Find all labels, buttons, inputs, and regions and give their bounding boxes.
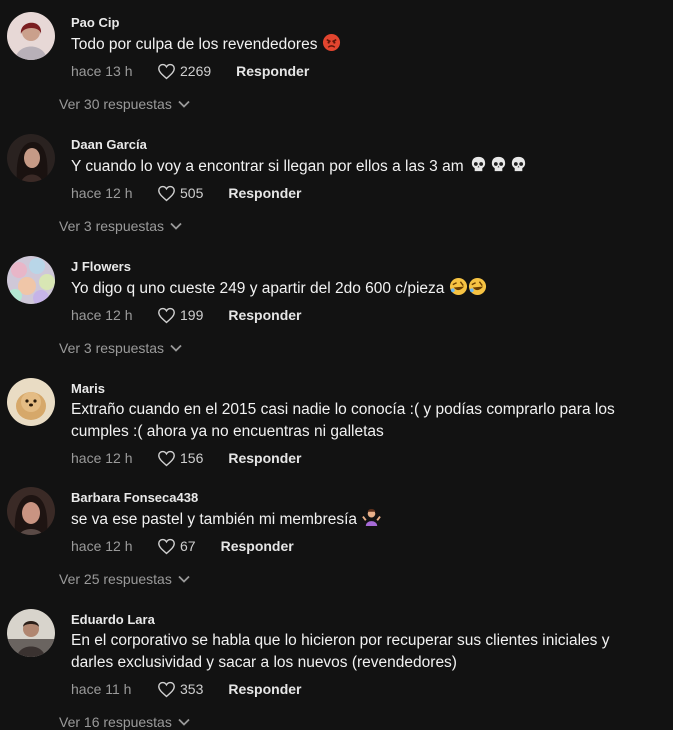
avatar[interactable] [7,134,55,182]
reply-button[interactable]: Responder [228,681,301,697]
like-button[interactable]: 199 [157,307,203,324]
view-replies-button[interactable]: Ver 25 respuestas [59,571,190,587]
reply-button[interactable]: Responder [236,63,309,79]
skull-icon [469,155,488,181]
rolling-laughing-icon [468,277,487,303]
comment-time: hace 12 h [71,307,133,323]
reply-button[interactable]: Responder [221,538,294,554]
comment-author[interactable]: Barbara Fonseca438 [71,490,198,505]
heart-icon [158,185,175,201]
view-replies-button[interactable]: Ver 30 respuestas [59,96,190,112]
avatar[interactable] [7,487,55,535]
view-replies-label: Ver 3 respuestas [59,340,165,356]
view-replies-label: Ver 3 respuestas [59,218,165,234]
heart-icon [158,307,175,323]
like-button[interactable]: 67 [157,538,196,555]
heart-icon [158,450,175,466]
like-count: 505 [180,185,204,201]
reply-button[interactable]: Responder [228,185,301,201]
comment-time: hace 12 h [71,538,133,554]
reply-button[interactable]: Responder [228,450,301,466]
comment-text: Yo digo q uno cueste 249 y apartir del 2… [71,277,651,303]
heart-icon [158,681,175,697]
heart-icon [158,538,175,554]
comment-author[interactable]: Eduardo Lara [71,612,155,627]
view-replies-label: Ver 16 respuestas [59,714,172,730]
skull-icon [509,155,528,181]
comment-time: hace 13 h [71,63,133,79]
like-button[interactable]: 156 [157,450,203,467]
avatar[interactable] [7,256,55,304]
heart-icon [158,63,175,79]
comment-text: En el corporativo se habla que lo hicier… [71,632,610,671]
avatar[interactable] [7,12,55,60]
avatar[interactable] [7,378,55,426]
like-count: 353 [180,681,204,697]
chevron-down-icon [170,344,182,352]
skull-icon [489,155,508,181]
chevron-down-icon [178,575,190,583]
avatar[interactable] [7,609,55,657]
like-count: 2269 [180,63,212,79]
comment-text: Todo por culpa de los revendedores [71,33,651,59]
comment-author[interactable]: Pao Cip [71,15,119,30]
comment-text: Extraño cuando en el 2015 casi nadie lo … [71,401,615,440]
rolling-laughing-icon [449,277,468,303]
like-count: 156 [180,450,204,466]
reply-button[interactable]: Responder [228,307,301,323]
comment-author[interactable]: J Flowers [71,259,131,274]
chevron-down-icon [170,222,182,230]
angry-face-icon [322,33,341,59]
comment-author[interactable]: Daan García [71,137,147,152]
person-shrugging-icon [362,508,381,534]
comment-time: hace 12 h [71,185,133,201]
comment-text: se va ese pastel y también mi membresía [71,508,651,534]
view-replies-button[interactable]: Ver 16 respuestas [59,714,190,730]
chevron-down-icon [178,718,190,726]
like-button[interactable]: 2269 [157,63,211,80]
like-button[interactable]: 505 [157,185,203,202]
view-replies-label: Ver 25 respuestas [59,571,172,587]
like-button[interactable]: 353 [157,681,203,698]
like-count: 67 [180,538,196,554]
view-replies-label: Ver 30 respuestas [59,96,172,112]
like-count: 199 [180,307,204,323]
view-replies-button[interactable]: Ver 3 respuestas [59,218,182,234]
comment-time: hace 12 h [71,450,133,466]
comment-author[interactable]: Maris [71,381,105,396]
chevron-down-icon [178,100,190,108]
comment-text: Y cuando lo voy a encontrar si llegan po… [71,155,651,181]
view-replies-button[interactable]: Ver 3 respuestas [59,340,182,356]
comment-time: hace 11 h [71,681,132,697]
